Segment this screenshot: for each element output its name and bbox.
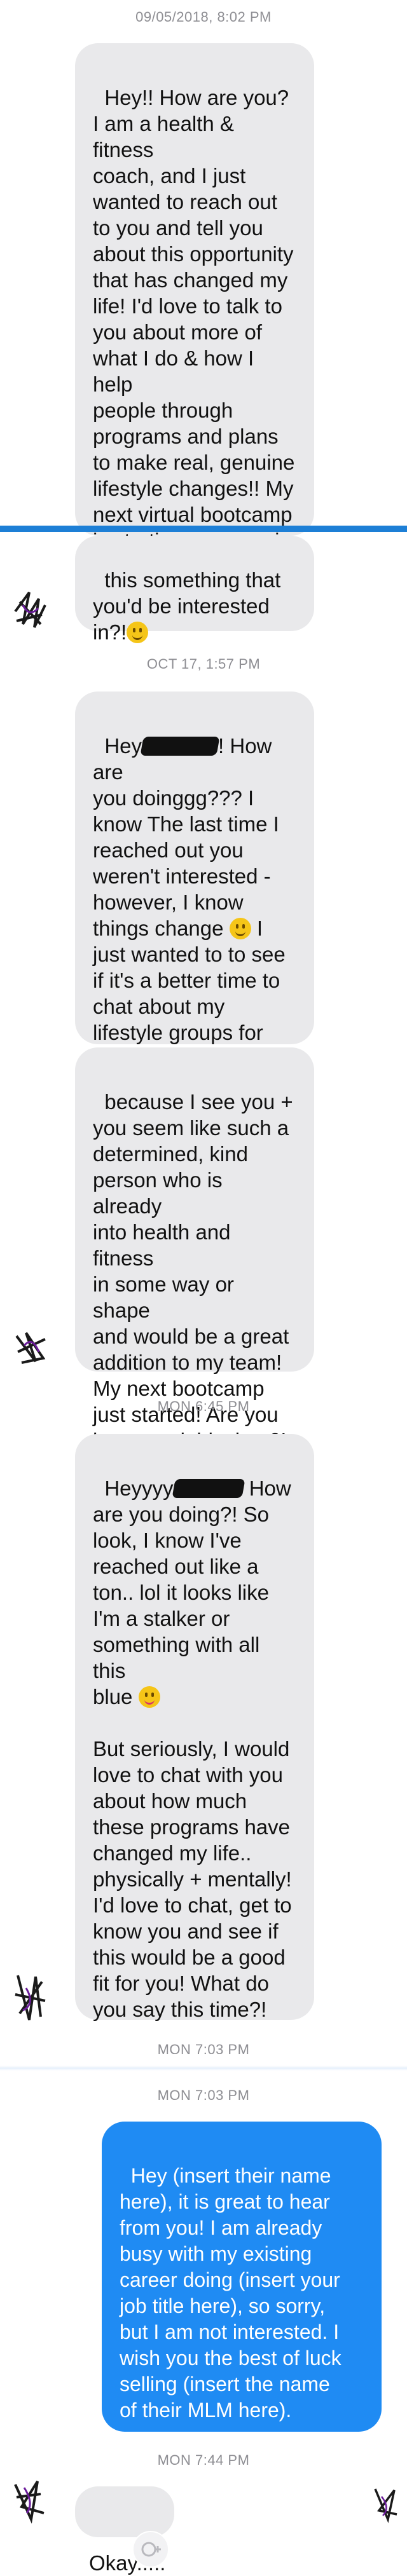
message-text: Hey (insert their name here), it is grea… (120, 2164, 341, 2422)
message-text: How are you doing?! So look, I know I've… (93, 1476, 291, 1708)
message-text: Hey!! How are you? I am a health & fitne… (93, 86, 295, 552)
incoming-message[interactable]: this something that you'd be interested … (75, 536, 314, 644)
slightly-smiling-emoji-icon (127, 622, 149, 643)
incoming-message[interactable]: because I see you + you seem like such a… (75, 1047, 314, 1452)
incoming-message[interactable]: Heyyyy How are you doing?! So look, I kn… (75, 1434, 314, 2021)
avatar-scribble-icon[interactable] (10, 586, 50, 632)
message-text: Heyyyy (104, 1476, 174, 1500)
timestamp: MON 7:03 PM (157, 2087, 250, 2103)
outgoing-message[interactable]: Hey (insert their name here), it is grea… (102, 2122, 382, 2432)
avatar-scribble-icon[interactable] (10, 1323, 50, 1369)
redacted-name (171, 1479, 245, 1498)
incoming-message[interactable]: Hey!! How are you? I am a health & fitne… (75, 43, 314, 552)
add-reaction-icon[interactable] (132, 2531, 169, 2568)
redacted-name (140, 737, 220, 756)
avatar-scribble-icon[interactable] (9, 2475, 48, 2526)
timestamp: MON 6:45 PM (157, 1398, 250, 1414)
avatar-scribble-icon[interactable] (370, 2483, 401, 2525)
timestamp: 09/05/2018, 8:02 PM (135, 9, 272, 25)
screenshot-seam (0, 2066, 407, 2071)
timestamp: MON 7:03 PM (157, 2041, 250, 2057)
timestamp: MON 7:44 PM (157, 2452, 250, 2468)
message-text: But seriously, I would love to chat with… (93, 1737, 292, 2021)
message-text: ! How are you doinggg??? I know The last… (93, 734, 279, 940)
incoming-message[interactable]: Hey! How are you doinggg??? I know The l… (75, 692, 314, 1070)
screenshot-seam (0, 526, 407, 532)
message-text: this something that you'd be interested … (93, 568, 281, 644)
timestamp: OCT 17, 1:57 PM (146, 656, 261, 672)
incoming-message[interactable]: Okay..... (75, 2486, 174, 2575)
slightly-smiling-emoji-icon (229, 918, 251, 939)
message-text: Hey (104, 734, 142, 758)
avatar-scribble-icon[interactable] (10, 1969, 50, 2026)
winking-tongue-emoji-icon (138, 1686, 160, 1708)
